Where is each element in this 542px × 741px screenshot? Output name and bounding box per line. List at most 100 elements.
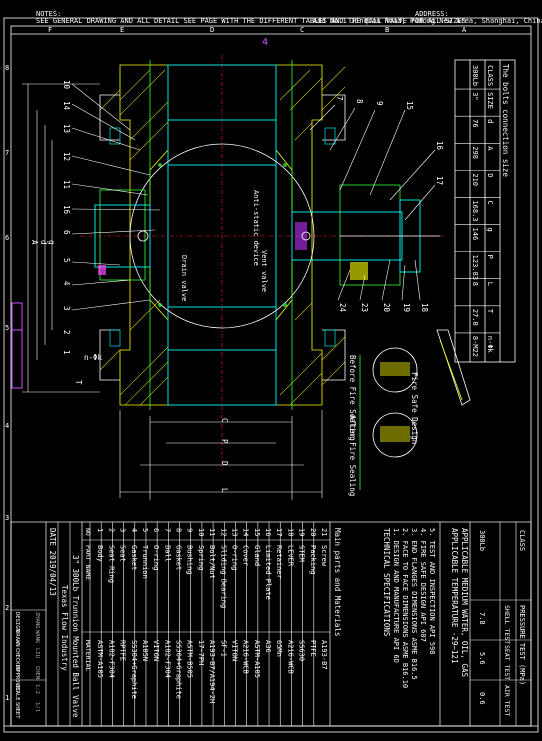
part-name: Bushing [186, 545, 194, 575]
part-no: 3 [119, 528, 127, 532]
sheet-marker: 4 [262, 37, 268, 48]
pressure-col: SHELL TEST [503, 605, 511, 644]
part-material: ASTM-B505 [186, 640, 194, 678]
callout-number: 17 [435, 176, 444, 185]
part-name: Spring [197, 545, 205, 570]
connection-header: d [486, 119, 494, 123]
part-material: A182-F304 [107, 640, 115, 678]
part-name: Packing [309, 545, 317, 575]
dim-T: T [74, 380, 83, 385]
connection-header: D [486, 173, 494, 177]
part-no: 14 [242, 528, 250, 536]
callout-number: 20 [382, 303, 391, 313]
callout-number: 24 [338, 303, 347, 313]
part-name: O-ring [152, 545, 160, 570]
part-no: 15 [253, 528, 261, 536]
callout-number: 12 [62, 152, 71, 161]
parts-title: Main parts and Materials [333, 528, 342, 636]
callout-number: 16 [435, 141, 444, 151]
callout-number: 13 [62, 124, 71, 133]
connection-value: 300Lb [471, 65, 479, 86]
connection-header: CLASS [486, 65, 494, 86]
part-name: Trunnion [141, 545, 149, 579]
callout-number: 15 [405, 101, 414, 110]
part-name: Gasket [130, 545, 138, 570]
vent-valve-label: Vent valve [260, 250, 268, 292]
zone-col: F [48, 26, 52, 34]
connection-value: 123.83 [471, 255, 479, 280]
spec-temp: APPLICABLE TEMPERATURE -29~121 [450, 528, 459, 663]
trunnion-left [94, 189, 151, 281]
callout-number: 16 [62, 205, 71, 215]
part-name: Seat Ring [107, 545, 115, 583]
connection-header: n-Φk [486, 336, 494, 354]
part-name: Body [96, 545, 104, 562]
pressure-value: 5.6 [478, 652, 486, 665]
zone-col: B [385, 26, 389, 34]
connection-value: 210 [471, 173, 479, 186]
zone-row: 3 [5, 514, 9, 522]
part-name: LEVER [286, 545, 294, 567]
title-block-fields: DESIGN ZHANGDRAWN WANGCHECKED LIUAPPROVED CH… [14, 612, 40, 719]
zone-col: C [300, 26, 304, 34]
part-no: 6 [152, 528, 160, 532]
callout-number: 5 [62, 258, 71, 263]
part-no: 18 [286, 528, 294, 536]
zone-col: D [210, 26, 214, 34]
zone-rows: 8 7 6 5 4 3 2 1 [5, 64, 9, 702]
part-name: Limited Plate [264, 545, 272, 600]
drain-valve-label: Drain valve [180, 255, 188, 301]
part-no: 17 [275, 528, 283, 536]
part-name: Gasket [175, 545, 183, 570]
part-material: A193-B7 [320, 640, 328, 670]
part-material: 17-7PH [197, 640, 205, 665]
part-material: A36 [264, 640, 272, 653]
pressure-value: 7.8 [478, 612, 486, 625]
part-name: STEM [298, 545, 306, 562]
part-name: Screw [320, 545, 328, 567]
part-material: A193-B7/A194-2H [208, 640, 216, 703]
zone-col: E [120, 26, 124, 34]
connection-header: SIZE [486, 92, 494, 109]
callout-number: 11 [62, 180, 71, 189]
part-no: 2 [107, 528, 115, 532]
pressure-value: 300Lb [478, 530, 486, 551]
lever [436, 329, 471, 406]
tb-field-value: ZHANG [34, 612, 40, 629]
cad-drawing: NOTES: SEE GENERAL DRAWING AND ALL DETAI… [3, 10, 542, 733]
dim-d: d [39, 240, 48, 245]
connection-header: A [486, 146, 494, 151]
tb-field-value: 1:2 [34, 684, 40, 694]
callout-number: 1 [62, 350, 71, 355]
tb-field-label: SCALE [14, 684, 20, 701]
company-name: Texas Flow Industry [60, 585, 69, 671]
pressure-col: SEAT TEST [503, 645, 511, 680]
parts-header-material: MATERIAL [84, 640, 92, 671]
callout-number: 2 [62, 330, 71, 335]
zone-row: 4 [5, 422, 9, 430]
after-fire-label: After Fire Sealing [348, 415, 357, 496]
callout-number: 3 [62, 306, 71, 311]
part-material: VITON [230, 640, 238, 661]
drawing-date: DATE 2019/04/13 [48, 528, 57, 596]
spec-title: TECHNICAL SPECIFICATIONS [382, 528, 391, 637]
valve-section: Fire Safe Design Before Fire Sealing Aft… [71, 55, 471, 496]
dim-P: P [220, 439, 229, 444]
dim-g: g [47, 240, 56, 245]
connection-header: g [486, 228, 494, 232]
spec-item: 4. FIRE SAFE DESIGN API 607 [419, 528, 427, 642]
part-material: 65Mn [275, 640, 283, 657]
zone-row: 7 [5, 149, 9, 157]
tb-field-value: CHEN [34, 666, 40, 679]
connection-title: The bolts connection size [501, 64, 510, 177]
anti-static-label: Anti-static device [252, 190, 260, 266]
horizontal-dimensions [119, 410, 323, 500]
part-no: 16 [264, 528, 272, 536]
callout-number: 6 [62, 230, 71, 235]
part-material: ASTM-A105 [253, 640, 261, 678]
connection-header: C [486, 200, 494, 204]
connection-value: 168.3 [471, 200, 479, 221]
spec-medium: APPLICABLE MEDIUM WATER, OIL, GAS [460, 528, 469, 677]
connection-value: 8-M22 [471, 336, 479, 357]
part-material: ASTM-A105 [96, 640, 104, 678]
